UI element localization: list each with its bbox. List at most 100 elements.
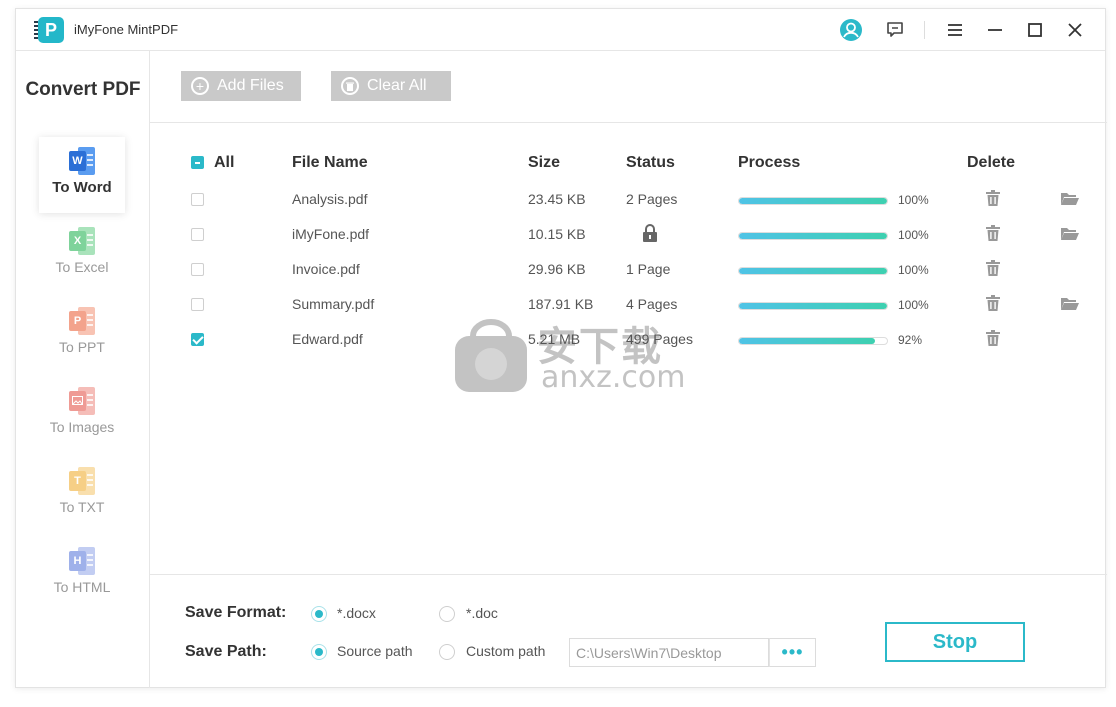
add-files-label: Add Files [217,77,284,94]
row-checkbox[interactable] [191,263,204,276]
header-process: Process [738,154,801,171]
format-docx-label: *.docx [337,605,376,621]
title-bar: P iMyFone MintPDF [16,9,1105,51]
sidebar: Convert PDF W To Word X To Excel P To PP… [16,51,150,688]
header-file-name: File Name [292,154,368,171]
progress-fill [739,338,876,344]
save-format-label: Save Format: [185,604,287,621]
file-name: Edward.pdf [292,331,363,347]
table-row: Analysis.pdf 23.45 KB 2 Pages 100% [150,183,1107,218]
stop-button[interactable]: Stop [885,622,1025,662]
save-options-panel: Save Format: *.docx *.doc Save Path: Sou… [150,574,1107,689]
open-folder-icon[interactable] [1061,192,1079,210]
delete-icon[interactable] [986,190,1000,211]
sidebar-item-label: To Excel [55,259,109,275]
source-path-radio[interactable] [311,644,327,660]
delete-icon[interactable] [986,225,1000,246]
file-name: Invoice.pdf [292,261,360,277]
sidebar-item-to-images[interactable]: To Images [39,377,125,453]
menu-icon[interactable] [942,17,968,43]
clear-all-button[interactable]: Clear All [331,71,451,101]
delete-icon[interactable] [986,260,1000,281]
sidebar-item-label: To Images [49,419,115,435]
sidebar-item-to-excel[interactable]: X To Excel [39,217,125,293]
header-size: Size [528,154,561,171]
row-checkbox[interactable] [191,193,204,206]
sidebar-item-to-txt[interactable]: T To TXT [39,457,125,533]
file-name: Analysis.pdf [292,191,368,207]
file-name: Summary.pdf [292,296,375,312]
maximize-icon[interactable] [1022,17,1048,43]
open-folder-icon[interactable] [1061,297,1079,315]
save-path-label: Save Path: [185,643,267,660]
sidebar-item-label: To Word [52,179,112,196]
file-size: 23.45 KB [528,191,586,207]
source-path-label: Source path [337,643,413,659]
app-logo-icon: P [34,17,64,43]
delete-icon[interactable] [986,330,1000,351]
row-checkbox[interactable] [191,228,204,241]
sidebar-item-label: To PPT [59,339,105,355]
app-window: P iMyFone MintPDF Convert PDF W To Word … [15,8,1107,689]
progress-fill [739,268,887,274]
open-folder-icon[interactable] [1061,227,1079,245]
watermark: 安下载 anxz.com [451,314,691,396]
table-row: Invoice.pdf 29.96 KB 1 Page 100% [150,253,1107,288]
word-doc-icon: W [69,147,95,175]
sidebar-item-to-ppt[interactable]: P To PPT [39,297,125,373]
row-checkbox[interactable] [191,333,204,346]
plus-icon: + [191,77,209,95]
progress-bar [738,197,888,205]
close-icon[interactable] [1062,17,1088,43]
ppt-doc-icon: P [69,307,95,335]
file-status: 2 Pages [626,191,678,207]
clear-all-label: Clear All [367,77,427,94]
txt-doc-icon: T [69,467,95,495]
custom-path-label: Custom path [466,643,546,659]
minimize-icon[interactable] [982,17,1008,43]
lock-icon [642,223,658,246]
add-files-button[interactable]: + Add Files [181,71,301,101]
html-doc-icon: H [69,547,95,575]
custom-path-radio[interactable] [439,644,455,660]
progress-bar [738,337,888,345]
header-delete: Delete [967,154,1016,171]
feedback-icon[interactable] [882,17,908,43]
progress-bar [738,232,888,240]
watermark-text-en: anxz.com [541,360,686,395]
progress-bar [738,267,888,275]
trash-icon [341,77,359,95]
app-title: iMyFone MintPDF [74,22,179,37]
row-checkbox[interactable] [191,298,204,311]
sidebar-item-label: To HTML [53,579,111,595]
progress-percent: 100% [898,298,929,312]
sidebar-item-label: To TXT [59,499,105,515]
progress-fill [739,198,887,204]
watermark-bag-icon [455,319,527,392]
titlebar-divider [924,21,925,39]
progress-percent: 92% [898,333,923,347]
header-status: Status [626,154,675,171]
file-status: 1 Page [626,261,671,277]
header-all: All [214,154,235,171]
image-doc-icon [69,387,95,415]
file-size: 187.91 KB [528,296,594,312]
account-icon[interactable] [838,17,864,43]
progress-fill [739,303,887,309]
save-path-input[interactable] [569,638,769,667]
browse-path-button[interactable]: ••• [769,638,816,667]
progress-percent: 100% [898,193,929,207]
sidebar-item-to-html[interactable]: H To HTML [39,537,125,613]
sidebar-title: Convert PDF [25,79,141,100]
file-size: 29.96 KB [528,261,586,277]
delete-icon[interactable] [986,295,1000,316]
file-status: 4 Pages [626,296,678,312]
file-size: 10.15 KB [528,226,586,242]
progress-fill [739,233,887,239]
format-doc-radio[interactable] [439,606,455,622]
progress-percent: 100% [898,263,929,277]
format-docx-radio[interactable] [311,606,327,622]
select-all-checkbox[interactable] [191,156,204,169]
toolbar: + Add Files Clear All [150,51,1107,123]
sidebar-item-to-word[interactable]: W To Word [39,137,125,213]
